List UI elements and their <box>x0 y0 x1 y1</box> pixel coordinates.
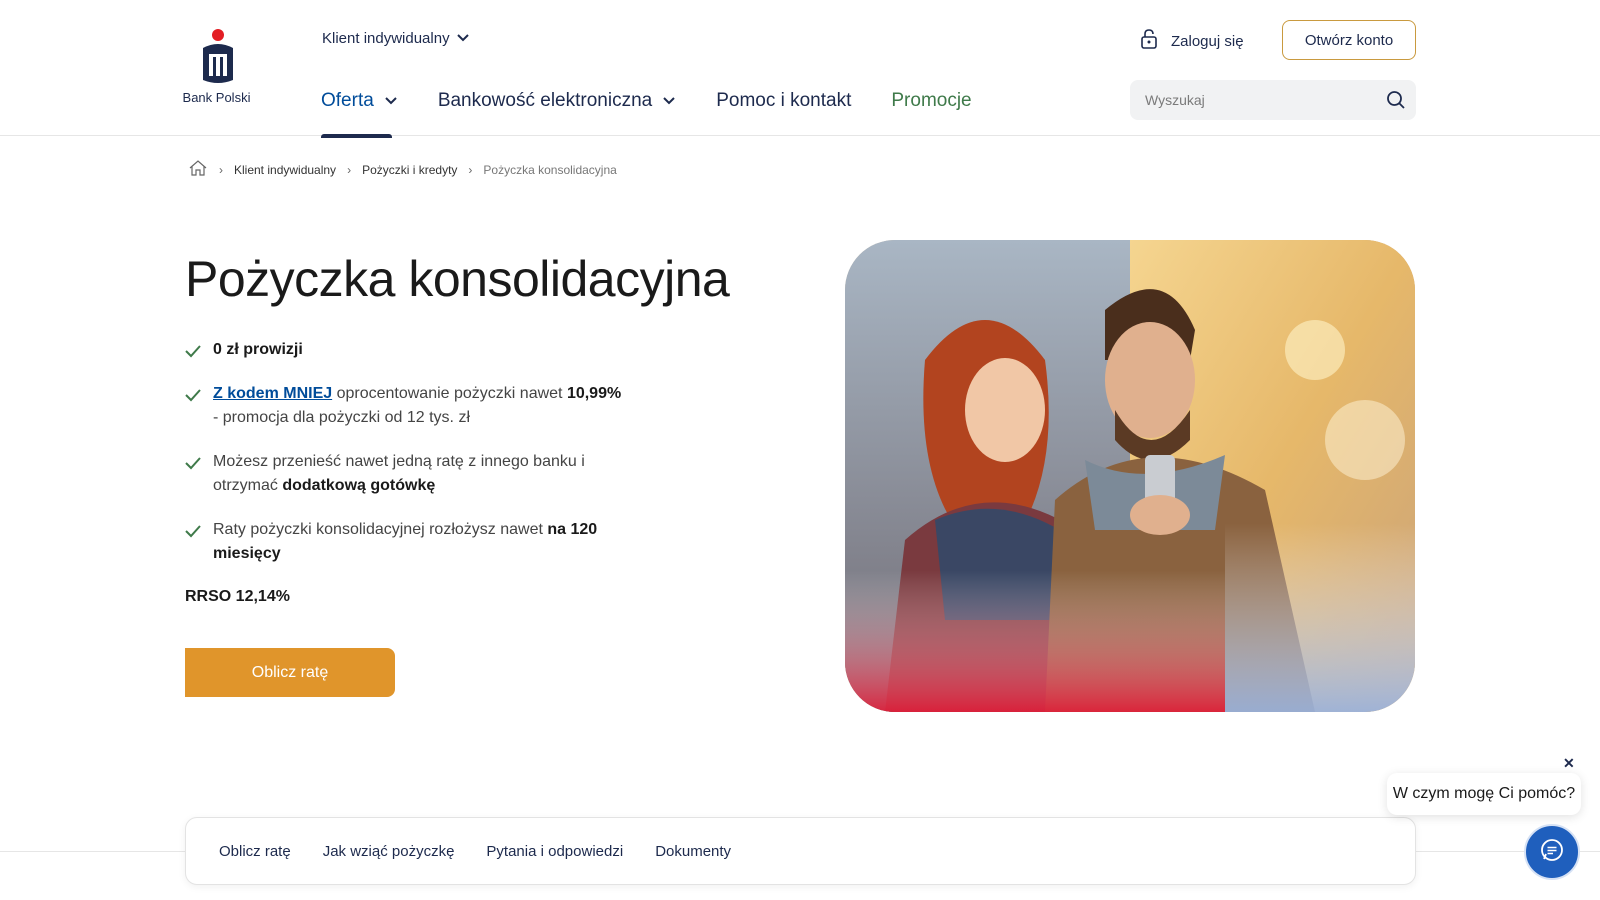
search-box <box>1130 80 1416 120</box>
lock-icon <box>1140 28 1158 54</box>
nav-item-pomoc[interactable]: Pomoc i kontakt <box>716 88 851 114</box>
hero-photo <box>845 240 1415 712</box>
breadcrumb-current: Pożyczka konsolidacyjna <box>483 162 617 177</box>
benefit-bold: 0 zł prowizji <box>213 341 303 358</box>
benefit-text: oprocentowanie pożyczki nawet <box>332 385 567 402</box>
main-nav: Oferta Bankowość elektroniczna Pomoc i k… <box>321 88 1012 138</box>
segment-selector[interactable]: Klient indywidualny <box>322 30 470 47</box>
nav-item-promocje[interactable]: Promocje <box>891 88 971 114</box>
bank-logo[interactable]: Bank Polski <box>182 26 251 105</box>
promo-code-link[interactable]: Z kodem MNIEJ <box>213 385 332 402</box>
chat-button[interactable] <box>1524 824 1580 880</box>
nav-item-label: Promocje <box>891 90 972 111</box>
breadcrumb: › Klient indywidualny › Pożyczki i kredy… <box>188 159 617 180</box>
benefit-text: Raty pożyczki konsolidacyjnej rozłożysz … <box>213 521 548 538</box>
pko-logo-icon <box>197 26 239 88</box>
login-link[interactable]: Zaloguj się <box>1140 28 1244 54</box>
segment-label: Klient indywidualny <box>322 30 450 47</box>
page: Bank Polski Klient indywidualny Oferta B… <box>0 0 1600 900</box>
nav-item-label: Oferta <box>321 90 374 111</box>
nav-item-label: Pomoc i kontakt <box>716 90 852 111</box>
home-icon[interactable] <box>188 159 208 180</box>
benefit-item: Raty pożyczki konsolidacyjnej rozłożysz … <box>185 518 625 566</box>
benefit-text: - promocja dla pożyczki od 12 tys. zł <box>213 409 470 426</box>
nav-item-bankowosc[interactable]: Bankowość elektroniczna <box>438 88 676 114</box>
tab-pytania-i-odpowiedzi[interactable]: Pytania i odpowiedzi <box>486 843 623 860</box>
chevron-down-icon <box>662 90 676 112</box>
benefit-item: Z kodem MNIEJ oprocentowanie pożyczki na… <box>185 382 625 430</box>
open-account-button[interactable]: Otwórz konto <box>1282 20 1416 60</box>
tab-oblicz-rate[interactable]: Oblicz ratę <box>219 843 291 860</box>
breadcrumb-separator: › <box>468 162 473 177</box>
chevron-down-icon <box>456 30 470 47</box>
check-icon <box>185 342 201 366</box>
breadcrumb-separator: › <box>347 162 352 177</box>
rrso-value: RRSO 12,14% <box>185 588 290 605</box>
check-icon <box>185 386 201 410</box>
page-title: Pożyczka konsolidacyjna <box>185 251 730 307</box>
nav-item-oferta[interactable]: Oferta <box>321 88 398 138</box>
breadcrumb-separator: › <box>219 162 223 177</box>
login-label: Zaloguj się <box>1171 32 1244 50</box>
logo-text: Bank Polski <box>182 90 251 105</box>
chevron-down-icon <box>384 90 398 112</box>
search-input[interactable] <box>1130 80 1376 120</box>
nav-item-label: Bankowość elektroniczna <box>437 90 653 111</box>
check-icon <box>185 454 201 478</box>
benefits-list: 0 zł prowizji Z kodem MNIEJ oprocentowan… <box>185 338 625 586</box>
section-tabs: Oblicz ratę Jak wziąć pożyczkę Pytania i… <box>185 817 1416 885</box>
close-icon[interactable]: ✕ <box>1563 755 1575 772</box>
breadcrumb-link[interactable]: Klient indywidualny <box>234 163 336 177</box>
tab-jak-wziac-pozyczke[interactable]: Jak wziąć pożyczkę <box>323 843 455 860</box>
search-icon[interactable] <box>1376 90 1416 110</box>
benefit-item: 0 zł prowizji <box>185 338 625 362</box>
site-header: Bank Polski Klient indywidualny Oferta B… <box>0 0 1600 138</box>
chat-icon <box>1539 837 1565 868</box>
check-icon <box>185 522 201 546</box>
calculate-installment-button[interactable]: Oblicz ratę <box>185 648 395 697</box>
chat-prompt-bubble[interactable]: W czym mogę Ci pomóc? <box>1387 773 1581 815</box>
benefit-bold: 10,99% <box>566 385 622 402</box>
breadcrumb-link[interactable]: Pożyczki i kredyty <box>362 163 457 177</box>
benefit-bold: dodatkową gotówkę <box>282 477 436 494</box>
tab-dokumenty[interactable]: Dokumenty <box>655 843 731 860</box>
benefit-item: Możesz przenieść nawet jedną ratę z inne… <box>185 450 625 498</box>
chat-prompt-text: W czym mogę Ci pomóc? <box>1392 785 1576 802</box>
